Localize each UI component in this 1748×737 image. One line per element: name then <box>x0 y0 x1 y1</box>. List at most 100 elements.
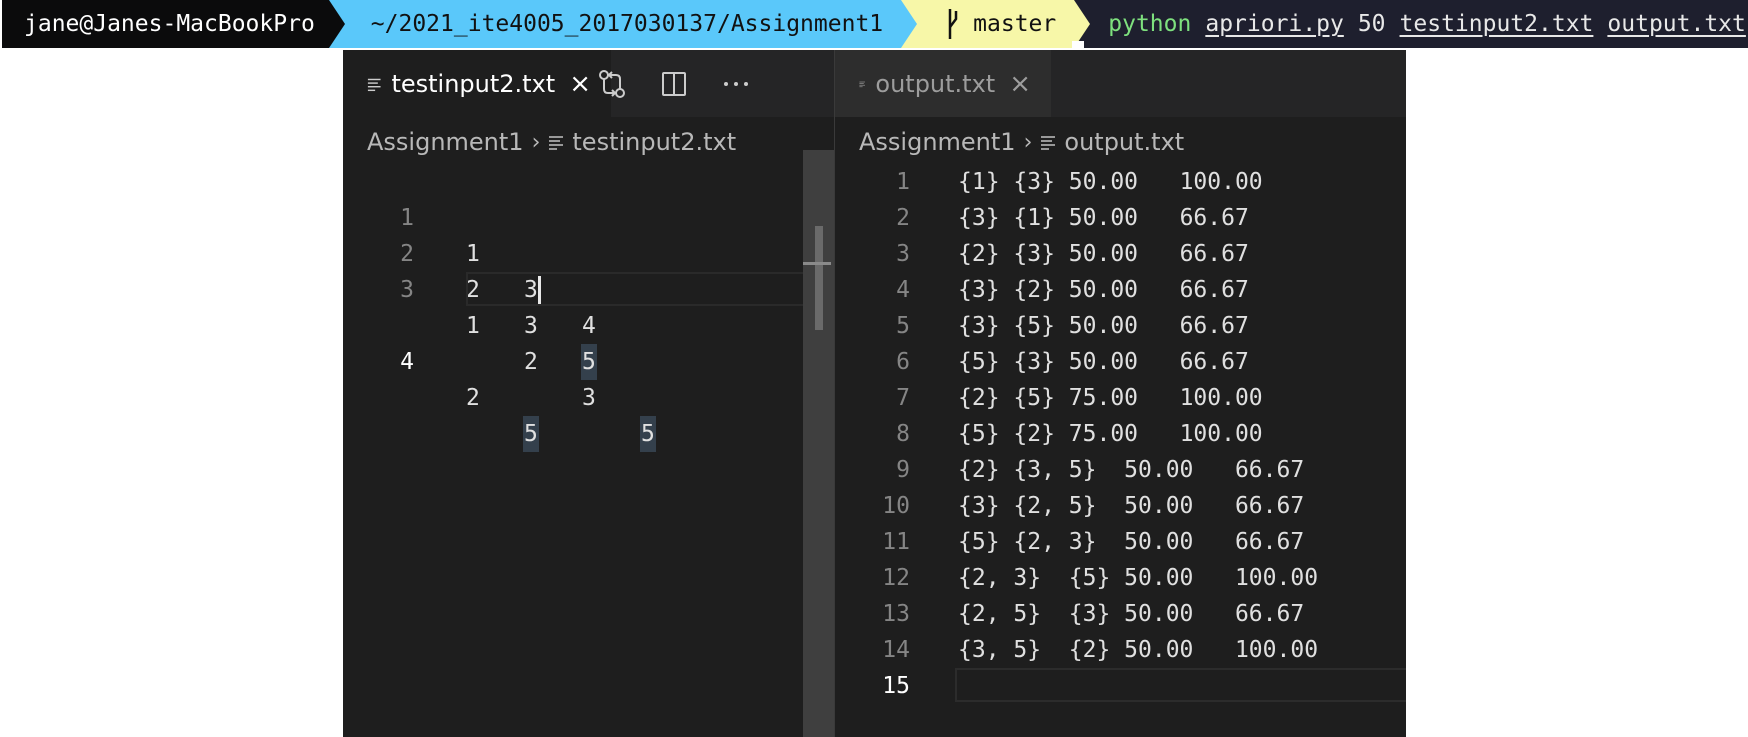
code-line: 2 {3} {1} 50.00 66.67 <box>835 200 1406 236</box>
command-arg-support: 50 <box>1357 11 1386 37</box>
line-number: 3 <box>896 241 910 267</box>
tab-label: testinput2.txt <box>391 69 556 98</box>
lines-icon <box>859 81 865 87</box>
prompt-path-segment: ~/2021_ite4005_2017030137/Assignment1 <box>344 0 902 48</box>
scrollbar-thumb[interactable] <box>815 226 823 330</box>
code-token: 2 <box>524 349 538 375</box>
close-icon[interactable]: × <box>1009 71 1031 97</box>
code-line-text: {5} {2} 75.00 100.00 <box>958 421 1263 447</box>
line-number: 8 <box>896 421 910 447</box>
prompt-separator <box>901 0 918 48</box>
code-line-text: {2} {3, 5} 50.00 66.67 <box>958 457 1305 483</box>
breadcrumb-right: Assignment1 › output.txt <box>859 122 1184 162</box>
git-compare-icon[interactable] <box>581 50 643 117</box>
code-line: 5 {3} {5} 50.00 66.67 <box>835 308 1406 344</box>
terminal-cursor <box>1072 41 1084 48</box>
current-line-highlight <box>466 272 827 306</box>
line-number: 10 <box>882 493 910 519</box>
split-editor-icon[interactable] <box>643 50 705 117</box>
lines-icon <box>549 136 564 150</box>
code-line: 10 {3} {2, 5} 50.00 66.67 <box>835 488 1406 524</box>
editor-actions <box>581 50 767 117</box>
lines-icon <box>367 78 381 91</box>
code-line-text: {2} {3} 50.00 66.67 <box>958 241 1249 267</box>
command-program: python <box>1108 11 1192 37</box>
line-number: 12 <box>882 565 910 591</box>
code-line-text: {2} {5} 75.00 100.00 <box>958 385 1263 411</box>
line-number: 14 <box>882 637 910 663</box>
code-line: 1 {1} {3} 50.00 100.00 <box>835 164 1406 200</box>
editor-pane-right: output.txt × Assignment1 › output.txt 1 {… <box>835 50 1406 737</box>
line-number: 9 <box>896 457 910 483</box>
prompt-separator <box>328 0 345 48</box>
code-line-text: {5} {3} 50.00 66.67 <box>958 349 1249 375</box>
breadcrumb-file[interactable]: testinput2.txt <box>572 128 736 156</box>
breadcrumb-file[interactable]: output.txt <box>1064 128 1184 156</box>
tab-label: output.txt <box>875 69 996 98</box>
code-line-text: {3} {2} 50.00 66.67 <box>958 277 1249 303</box>
code-line: 13 {2, 5} {3} 50.00 66.67 <box>835 596 1406 632</box>
code-line-text: {3} {5} 50.00 66.67 <box>958 313 1249 339</box>
code-line-text: {1} {3} 50.00 100.00 <box>958 169 1263 195</box>
code-line: 8 {5} {2} 75.00 100.00 <box>835 416 1406 452</box>
code-token: 1 <box>466 313 480 339</box>
scrollbar-cursor-marker <box>803 262 831 265</box>
prompt-branch: master <box>973 11 1057 37</box>
code-token-highlighted: 5 <box>581 344 597 380</box>
line-number: 11 <box>882 529 910 555</box>
command-script: apriori.py <box>1205 11 1344 37</box>
code-token: 3 <box>524 313 538 339</box>
code-line: 3 {2} {3} 50.00 66.67 <box>835 236 1406 272</box>
code-line-current: 15 <box>835 668 1406 704</box>
code-token: 3 <box>582 385 596 411</box>
code-token-highlighted: 5 <box>640 416 656 452</box>
code-line-text: {3} {1} 50.00 66.67 <box>958 205 1249 231</box>
line-number: 6 <box>896 349 910 375</box>
code-token-highlighted: 5 <box>523 416 539 452</box>
line-number: 4 <box>400 349 414 375</box>
tab-output[interactable]: output.txt × <box>835 50 1051 117</box>
code-line: 2 2 3 5 <box>343 200 834 380</box>
code-line-current: 4 2 5 <box>343 272 834 452</box>
prompt-path: ~/2021_ite4005_2017030137/Assignment1 <box>370 11 884 37</box>
tab-bar-right: output.txt × <box>835 50 1406 117</box>
line-number: 1 <box>896 169 910 195</box>
code-line: 9 {2} {3, 5} 50.00 66.67 <box>835 452 1406 488</box>
code-line: 4 {3} {2} 50.00 66.67 <box>835 272 1406 308</box>
code-line: 3 1 2 3 5 <box>343 236 834 452</box>
code-line-text: {2, 5} {3} 50.00 66.67 <box>958 601 1305 627</box>
prompt-user-segment: jane@Janes-MacBookPro <box>2 0 329 48</box>
line-number: 15 <box>882 673 910 699</box>
ellipsis-icon[interactable] <box>705 50 767 117</box>
code-area-left[interactable]: 1 1 3 4 2 2 3 5 3 1 2 3 5 4 2 5 <box>343 164 834 452</box>
tab-bar-left: testinput2.txt × <box>343 50 834 117</box>
current-line-highlight <box>955 668 1406 702</box>
line-number: 13 <box>882 601 910 627</box>
code-line-text: {3, 5} {2} 50.00 100.00 <box>958 637 1319 663</box>
line-number: 2 <box>896 205 910 231</box>
editor-pane-left: testinput2.txt × Assignment1 › testinput… <box>343 50 834 737</box>
code-token: 4 <box>582 313 596 339</box>
lines-icon <box>1041 136 1056 150</box>
code-line: 14 {3, 5} {2} 50.00 100.00 <box>835 632 1406 668</box>
terminal-prompt: jane@Janes-MacBookPro ~/2021_ite4005_201… <box>2 0 1748 48</box>
line-number: 5 <box>896 313 910 339</box>
chevron-right-icon: › <box>1023 129 1033 155</box>
code-area-right[interactable]: 1 {1} {3} 50.00 100.00 2 {3} {1} 50.00 66.… <box>835 164 1406 704</box>
code-line-text: {2, 3} {5} 50.00 100.00 <box>958 565 1319 591</box>
tab-testinput2[interactable]: testinput2.txt × <box>343 50 611 117</box>
command-output-file: output.txt <box>1607 11 1746 37</box>
text-cursor <box>538 276 541 304</box>
command-line[interactable]: python apriori.py 50 testinput2.txt outp… <box>1090 11 1748 37</box>
breadcrumb-left: Assignment1 › testinput2.txt <box>367 122 736 162</box>
breadcrumb-folder[interactable]: Assignment1 <box>859 128 1016 156</box>
code-line: 12 {2, 3} {5} 50.00 100.00 <box>835 560 1406 596</box>
breadcrumb-folder[interactable]: Assignment1 <box>367 128 524 156</box>
code-line: 6 {5} {3} 50.00 66.67 <box>835 344 1406 380</box>
line-number: 4 <box>896 277 910 303</box>
code-line: 1 1 3 4 <box>343 164 834 339</box>
git-branch-icon <box>948 9 958 39</box>
prompt-git-segment: master <box>917 0 1075 48</box>
prompt-user: jane@Janes-MacBookPro <box>24 11 315 37</box>
code-line-text: {5} {2, 3} 50.00 66.67 <box>958 529 1305 555</box>
